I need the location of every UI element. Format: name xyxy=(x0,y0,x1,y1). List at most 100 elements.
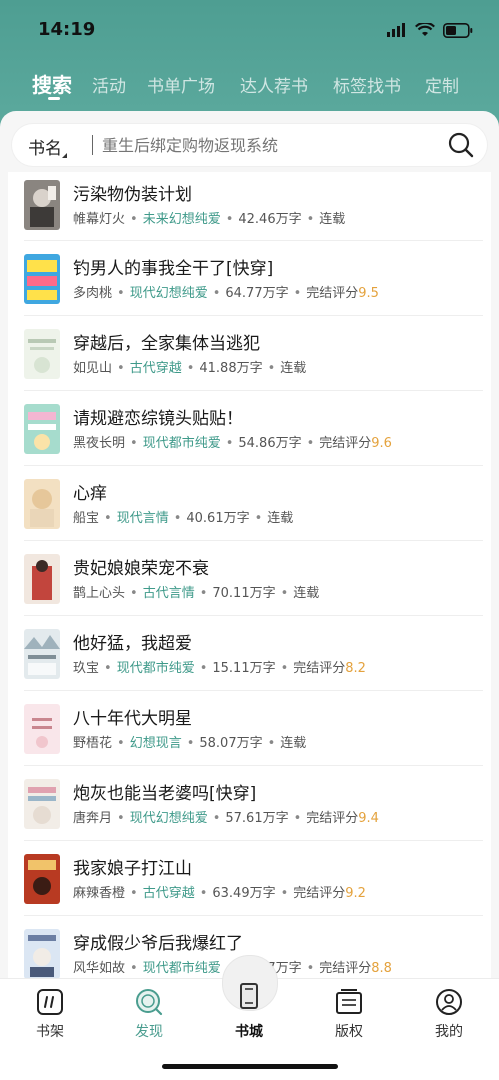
book-title: 八十年代大明星 xyxy=(73,709,192,729)
search-icon[interactable] xyxy=(447,131,475,159)
nav-copyright[interactable]: 版权 xyxy=(309,987,389,1041)
book-cover xyxy=(24,779,60,829)
book-list-item[interactable]: 贵妃娘娘荣宠不衰 鹊上心头 • 古代言情 • 70.11万字 • 连载 xyxy=(8,541,491,616)
book-meta: 黑夜长明 • 现代都市纯爱 • 54.86万字 • 完结评分9.6 xyxy=(73,436,392,451)
wifi-icon xyxy=(415,23,435,36)
book-status-label: 完结评分 xyxy=(306,811,359,826)
book-score: 9.5 xyxy=(358,286,379,301)
book-title: 穿成假少爷后我爆红了 xyxy=(73,934,243,954)
book-list-item[interactable]: 心痒 船宝 • 现代言情 • 40.61万字 • 连载 xyxy=(8,466,491,541)
book-title: 心痒 xyxy=(73,484,107,504)
book-list-item[interactable]: 钓男人的事我全干了[快穿] 多肉桃 • 现代幻想纯爱 • 64.77万字 • 完结评分9.5 xyxy=(8,241,491,316)
book-status-label: 完结评分 xyxy=(319,961,372,976)
book-meta: 玖宝 • 现代都市纯爱 • 15.11万字 • 完结评分8.2 xyxy=(73,661,366,676)
nav-bookstore[interactable]: 书城 xyxy=(209,983,289,1041)
book-genre[interactable]: 现代都市纯爱 xyxy=(143,436,221,451)
book-list-item[interactable]: 我家娘子打江山 麻辣香橙 • 古代穿越 • 63.49万字 • 完结评分9.2 xyxy=(8,841,491,916)
home-indicator[interactable] xyxy=(162,1064,338,1069)
book-genre[interactable]: 现代言情 xyxy=(117,511,169,526)
book-genre[interactable]: 幻想现言 xyxy=(130,736,182,751)
book-genre[interactable]: 古代穿越 xyxy=(130,361,182,376)
discover-icon xyxy=(136,989,163,1016)
book-cover xyxy=(24,254,60,304)
profile-icon xyxy=(436,989,462,1015)
tab-tag-search[interactable]: 标签找书 xyxy=(333,72,401,97)
tab-custom[interactable]: 定制 xyxy=(425,72,459,97)
book-cover xyxy=(24,854,60,904)
book-genre[interactable]: 现代幻想纯爱 xyxy=(130,286,208,301)
book-genre[interactable]: 现代都市纯爱 xyxy=(117,661,195,676)
nav-label: 版权 xyxy=(335,1024,363,1040)
tab-booklist-square[interactable]: 书单广场 xyxy=(147,72,215,97)
search-input[interactable] xyxy=(102,130,432,160)
book-author: 船宝 xyxy=(73,511,100,526)
book-genre[interactable]: 古代穿越 xyxy=(143,886,195,901)
book-cover xyxy=(24,629,60,679)
book-score: 8.8 xyxy=(371,961,392,976)
book-list-item[interactable]: 穿越后，全家集体当逃犯 如见山 • 古代穿越 • 41.88万字 • 连载 xyxy=(8,316,491,391)
book-status: 连载 xyxy=(293,586,320,601)
book-status-label: 完结评分 xyxy=(306,286,359,301)
status-bar: 14:19 xyxy=(0,0,499,58)
book-title: 穿越后，全家集体当逃犯 xyxy=(73,334,260,354)
book-cover xyxy=(24,404,60,454)
book-words: 54.86万字 xyxy=(238,436,302,451)
book-cover xyxy=(24,554,60,604)
cover-image xyxy=(24,180,60,230)
book-genre[interactable]: 现代幻想纯爱 xyxy=(130,811,208,826)
book-list-item[interactable]: 炮灰也能当老婆吗[快穿] 唐奔月 • 现代幻想纯爱 • 57.61万字 • 完结评分9.4 xyxy=(8,766,491,841)
top-tabs: 搜索 活动 书单广场 达人荐书 标签找书 定制 xyxy=(0,62,499,108)
book-title: 我家娘子打江山 xyxy=(73,859,192,879)
status-time: 14:19 xyxy=(38,19,96,40)
tab-activity[interactable]: 活动 xyxy=(92,72,126,97)
search-type-dropdown[interactable]: 书名 xyxy=(28,134,62,159)
book-title: 他好猛，我超爱 xyxy=(73,634,192,654)
book-words: 58.07万字 xyxy=(199,736,263,751)
tab-search[interactable]: 搜索 xyxy=(32,69,72,98)
book-status: 连载 xyxy=(267,511,294,526)
cover-image xyxy=(24,929,60,978)
cover-image xyxy=(24,629,60,679)
bookshelf-icon xyxy=(37,989,63,1015)
book-title: 贵妃娘娘荣宠不衰 xyxy=(73,559,209,579)
book-status-label: 完结评分 xyxy=(319,436,372,451)
book-meta: 唐奔月 • 现代幻想纯爱 • 57.61万字 • 完结评分9.4 xyxy=(73,811,379,826)
app-screen: 14:19 搜索 活动 书单广场 达人荐书 标签找书 定制 书名 重生后绑定购物… xyxy=(0,0,499,1080)
book-status-label: 完结评分 xyxy=(293,886,346,901)
book-author: 唐奔月 xyxy=(73,811,113,826)
nav-label: 我的 xyxy=(435,1024,463,1040)
book-list-item[interactable]: 他好猛，我超爱 玖宝 • 现代都市纯爱 • 15.11万字 • 完结评分8.2 xyxy=(8,616,491,691)
nav-label: 书架 xyxy=(36,1024,64,1040)
cover-image xyxy=(24,554,60,604)
book-list-item[interactable]: 请规避恋综镜头贴贴！ 黑夜长明 • 现代都市纯爱 • 54.86万字 • 完结评分9.6 xyxy=(8,391,491,466)
cellular-signal-icon xyxy=(387,23,405,37)
book-status: 连载 xyxy=(280,736,307,751)
book-author: 鹊上心头 xyxy=(73,586,126,601)
nav-profile[interactable]: 我的 xyxy=(409,987,489,1041)
book-cover xyxy=(24,329,60,379)
book-meta: 多肉桃 • 现代幻想纯爱 • 64.77万字 • 完结评分9.5 xyxy=(73,286,379,301)
nav-bookshelf[interactable]: 书架 xyxy=(10,987,90,1041)
status-icons xyxy=(387,19,473,41)
book-genre[interactable]: 现代都市纯爱 xyxy=(143,961,221,976)
book-cover xyxy=(24,929,60,978)
book-words: 70.11万字 xyxy=(212,586,276,601)
book-list-item[interactable]: 污染物伪装计划 帷幕灯火 • 未来幻想纯爱 • 42.46万字 • 连载 xyxy=(8,172,491,247)
tab-expert-recommend[interactable]: 达人荐书 xyxy=(240,72,308,97)
book-status: 连载 xyxy=(280,361,307,376)
book-genre[interactable]: 未来幻想纯爱 xyxy=(143,212,221,227)
book-meta: 野梧花 • 幻想现言 • 58.07万字 • 连载 xyxy=(73,736,307,751)
book-author: 多肉桃 xyxy=(73,286,113,301)
cover-image xyxy=(24,404,60,454)
cover-image xyxy=(24,779,60,829)
book-author: 帷幕灯火 xyxy=(73,212,126,227)
book-list-item[interactable]: 八十年代大明星 野梧花 • 幻想现言 • 58.07万字 • 连载 xyxy=(8,691,491,766)
book-title: 钓男人的事我全干了[快穿] xyxy=(73,259,274,279)
nav-discover[interactable]: 发现 xyxy=(109,987,189,1041)
book-genre[interactable]: 古代言情 xyxy=(143,586,195,601)
nav-label: 发现 xyxy=(135,1024,163,1040)
book-cover xyxy=(24,180,60,230)
book-words: 64.77万字 xyxy=(225,286,289,301)
book-words: 40.61万字 xyxy=(186,511,250,526)
cover-image xyxy=(24,854,60,904)
